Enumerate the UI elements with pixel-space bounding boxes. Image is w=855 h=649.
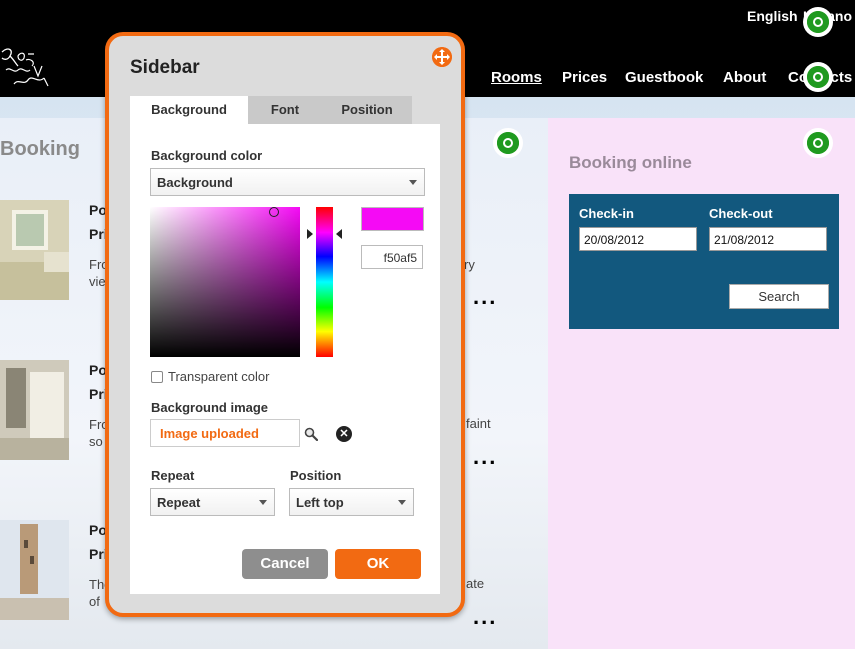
background-color-select[interactable]: Background [150,168,425,196]
background-color-select-value: Background [157,175,233,190]
room-photo[interactable] [0,200,69,300]
clear-icon[interactable]: ✕ [336,426,352,442]
nav-prices[interactable]: Prices [562,69,607,86]
position-label: Position [290,468,342,483]
cancel-button[interactable]: Cancel [242,549,328,579]
repeat-select-value: Repeat [157,495,201,510]
read-more-link[interactable]: ... [473,604,497,630]
checkin-date-field[interactable]: 20/08/2012 [579,227,697,251]
edit-marker-icon[interactable] [493,128,523,158]
edit-marker-icon[interactable] [803,128,833,158]
hue-slider[interactable] [316,207,333,357]
position-select[interactable]: Left top [289,488,414,516]
background-color-label: Background color [151,148,263,163]
tab-position[interactable]: Position [322,96,412,124]
sidebar-style-dialog: Sidebar Background Font Position Backgro… [105,32,465,617]
lang-english-link[interactable]: English [747,8,798,24]
booking-form: Check-in Check-out 20/08/2012 21/08/2012… [569,194,839,329]
chevron-down-icon [409,180,417,185]
search-icon[interactable] [304,427,318,441]
background-image-field[interactable]: Image uploaded [150,419,318,447]
nav-about[interactable]: About [723,69,766,86]
background-image-label: Background image [151,400,269,415]
edit-marker-icon[interactable] [803,62,833,92]
room-description: faint [466,416,491,431]
room-description: ry [464,257,475,272]
hue-slider-arrow-icon[interactable] [336,229,342,239]
dialog-tabs: Background Font Position [130,96,412,124]
tab-background[interactable]: Background [130,96,248,124]
edit-marker-icon[interactable] [803,7,833,37]
dialog-title: Sidebar [130,57,200,78]
booking-title: Booking online [569,153,692,172]
hex-color-input[interactable]: f50af5 [361,245,423,269]
room-description: so [89,434,103,449]
repeat-label: Repeat [151,468,195,483]
chevron-down-icon [259,500,267,505]
read-more-link[interactable]: ... [473,444,497,470]
chevron-down-icon [398,500,406,505]
room-description: ate [466,576,485,591]
nav-rooms[interactable]: Rooms [491,69,542,86]
transparent-color-checkbox[interactable] [151,371,163,383]
nav-guestbook[interactable]: Guestbook [625,69,703,86]
tab-font[interactable]: Font [248,96,322,124]
room-photo[interactable] [0,360,69,460]
repeat-select[interactable]: Repeat [150,488,275,516]
color-preview-swatch [361,207,424,231]
room-description: vie [89,274,106,289]
checkin-label: Check-in [579,206,634,221]
position-select-value: Left top [296,495,344,510]
background-panel: Background color Background f50af5 Trans… [130,124,440,594]
read-more-link[interactable]: ... [473,284,497,310]
site-logo[interactable] [0,44,52,92]
hue-slider-arrow-icon[interactable] [307,229,313,239]
color-picker-handle[interactable] [269,207,279,217]
checkout-label: Check-out [709,206,773,221]
room-photo[interactable] [0,520,69,620]
background-image-value: Image uploaded [160,426,259,441]
page-title: Booking [0,138,80,160]
ok-button[interactable]: OK [335,549,421,579]
move-icon[interactable] [432,47,452,67]
checkout-date-field[interactable]: 21/08/2012 [709,227,827,251]
transparent-color-label[interactable]: Transparent color [168,369,269,384]
saturation-value-picker[interactable] [150,207,300,357]
room-description: of [89,594,100,609]
search-button[interactable]: Search [729,284,829,309]
